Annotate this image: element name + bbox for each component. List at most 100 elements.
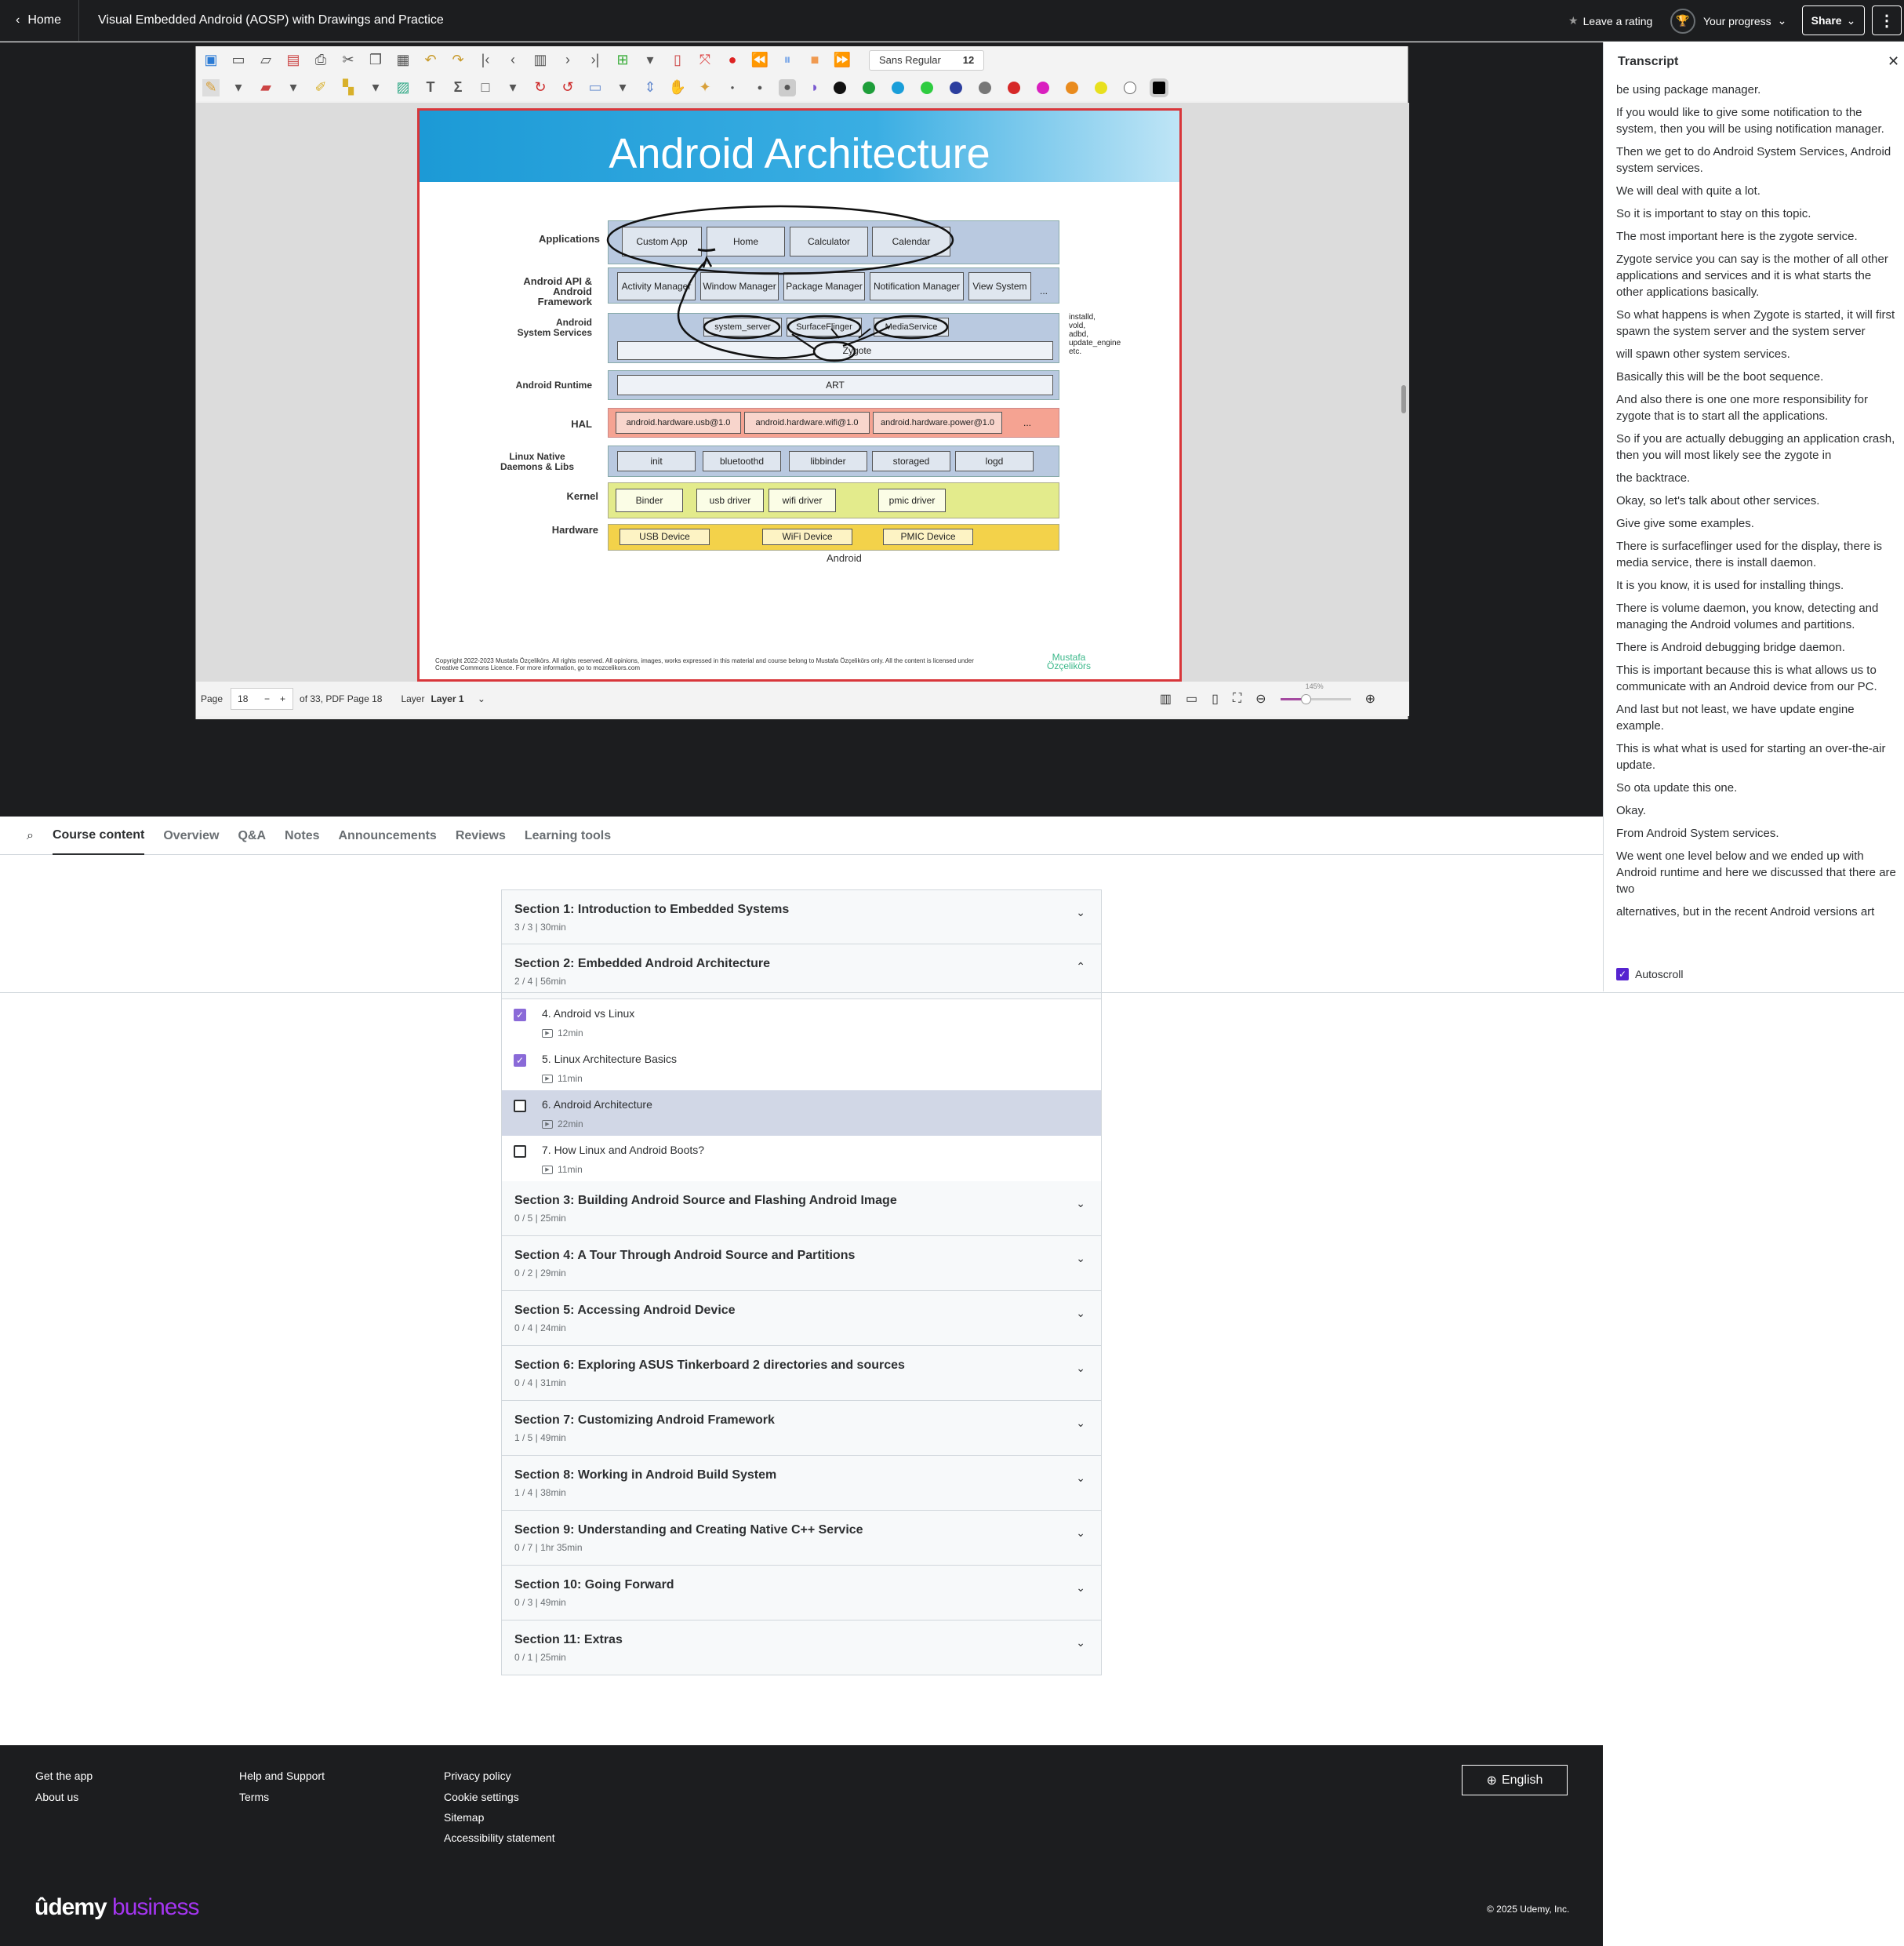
transcript-line[interactable]: We went one level below and we ended up … xyxy=(1616,848,1899,897)
home-link[interactable]: ‹ Home xyxy=(0,0,80,42)
lecture-item[interactable]: ✓ 5. Linux Architecture Basics ▶ 11min xyxy=(501,1045,1102,1090)
rewind-icon[interactable]: ⏪ xyxy=(751,52,769,69)
search-icon[interactable]: ⌕ xyxy=(27,829,34,843)
previous-page-icon[interactable]: ‹ xyxy=(504,52,521,69)
medium-dot-icon[interactable]: ● xyxy=(751,79,769,96)
dropdown-arrow-icon[interactable]: ▾ xyxy=(641,52,659,69)
document-viewer[interactable]: ▣ ▭ ▱ ▤ ⎙ ✂ ❐ ▦ ↶ ↷ |‹ ‹ ▥ › ›| ⊞ ▾ ▯ ⤧ … xyxy=(195,46,1409,719)
pen-icon[interactable]: ✎ xyxy=(202,78,220,96)
rect-select-icon[interactable]: ▭ xyxy=(587,79,604,96)
formula-icon[interactable]: Σ xyxy=(449,79,467,96)
document-canvas[interactable]: Android Architecture Applications Androi… xyxy=(196,103,1409,682)
checkbox-checked-icon[interactable]: ✓ xyxy=(514,1054,526,1067)
zoom-handle[interactable] xyxy=(1301,694,1312,704)
open-folder-icon[interactable]: ▱ xyxy=(257,52,274,69)
section-header[interactable]: Section 9: Understanding and Creating Na… xyxy=(501,1511,1102,1566)
language-button[interactable]: ⊕ English xyxy=(1462,1765,1568,1795)
transcript-line[interactable]: Basically this will be the boot sequence… xyxy=(1616,369,1899,385)
transcript-line[interactable]: So ota update this one. xyxy=(1616,780,1899,796)
more-options-button[interactable]: ⋮ xyxy=(1872,5,1902,35)
color-swatch[interactable] xyxy=(1066,81,1078,94)
insert-page-icon[interactable]: ⊞ xyxy=(614,52,631,69)
color-swatch[interactable] xyxy=(1095,81,1107,94)
section-header[interactable]: Section 10: Going Forward 0 / 3 | 49min ⌄ xyxy=(501,1566,1102,1620)
export-pdf-icon[interactable]: ▤ xyxy=(285,52,302,69)
vertical-scrollbar[interactable] xyxy=(1401,385,1406,413)
select-icon[interactable]: ▚ xyxy=(340,79,357,96)
color-swatch[interactable] xyxy=(950,81,962,94)
plus-icon[interactable]: + xyxy=(280,693,285,704)
transcript-line[interactable]: be using package manager. xyxy=(1616,82,1899,98)
first-page-icon[interactable]: |‹ xyxy=(477,52,494,69)
vertical-space-icon[interactable]: ⇕ xyxy=(641,79,659,96)
tab-reviews[interactable]: Reviews xyxy=(456,817,506,855)
fullscreen-icon[interactable]: ⤧ xyxy=(696,52,714,69)
image-icon[interactable]: ▨ xyxy=(394,79,412,96)
shape-icon[interactable]: □ xyxy=(477,79,494,96)
color-swatch[interactable] xyxy=(863,81,875,94)
record-icon[interactable]: ● xyxy=(724,52,741,69)
tab-overview[interactable]: Overview xyxy=(163,817,219,855)
save-icon[interactable]: ▣ xyxy=(202,52,220,69)
section-header[interactable]: Section 11: Extras 0 / 1 | 25min ⌄ xyxy=(501,1620,1102,1675)
single-page-icon[interactable]: ▯ xyxy=(1212,691,1219,707)
autoscroll-toggle[interactable]: ✓ Autoscroll xyxy=(1616,968,1683,980)
transcript-line[interactable]: If you would like to give some notificat… xyxy=(1616,104,1899,137)
color-swatch[interactable] xyxy=(892,81,904,94)
lecture-item[interactable]: ✓ 4. Android vs Linux ▶ 12min xyxy=(501,999,1102,1045)
minus-icon[interactable]: − xyxy=(264,693,270,704)
transcript-line[interactable]: Give give some examples. xyxy=(1616,515,1899,532)
dropdown-arrow-icon[interactable]: ▾ xyxy=(285,79,302,96)
color-swatch[interactable] xyxy=(1037,81,1049,94)
transcript-body[interactable]: be using package manager. If you would li… xyxy=(1616,82,1899,998)
two-page-view-icon[interactable]: ▥ xyxy=(1160,691,1172,707)
thin-dot-icon[interactable]: ● xyxy=(724,79,741,96)
transcript-line[interactable]: Then we get to do Android System Service… xyxy=(1616,144,1899,176)
close-icon[interactable]: ✕ xyxy=(1888,53,1899,70)
highlighter-icon[interactable]: ✐ xyxy=(312,79,329,96)
magic-icon[interactable]: ✦ xyxy=(696,79,714,96)
course-title[interactable]: Visual Embedded Android (AOSP) with Draw… xyxy=(98,13,444,27)
checkbox-icon[interactable] xyxy=(514,1145,526,1158)
delete-page-icon[interactable]: ▯ xyxy=(669,52,686,69)
transcript-line[interactable]: This is what what is used for starting a… xyxy=(1616,740,1899,773)
transcript-line[interactable]: It is you know, it is used for installin… xyxy=(1616,577,1899,594)
color-swatch[interactable] xyxy=(834,81,846,94)
transcript-line[interactable]: The most important here is the zygote se… xyxy=(1616,228,1899,245)
transcript-line[interactable]: From Android System services. xyxy=(1616,825,1899,842)
eraser-icon[interactable]: ▰ xyxy=(257,79,274,96)
color-swatch[interactable] xyxy=(1124,81,1136,94)
dropdown-arrow-icon[interactable]: ▾ xyxy=(230,79,247,96)
cut-icon[interactable]: ✂ xyxy=(340,52,357,69)
text-icon[interactable]: T xyxy=(422,79,439,96)
font-selector[interactable]: Sans Regular 12 xyxy=(869,49,985,71)
footer-privacy[interactable]: Privacy policy xyxy=(444,1770,511,1782)
hand-icon[interactable]: ✋ xyxy=(669,79,686,96)
checkbox-icon[interactable] xyxy=(514,1100,526,1112)
paste-icon[interactable]: ▦ xyxy=(394,52,412,69)
tab-q-a[interactable]: Q&A xyxy=(238,817,266,855)
stop-icon[interactable]: ■ xyxy=(806,52,823,69)
transcript-line[interactable]: There is surfaceflinger used for the dis… xyxy=(1616,538,1899,571)
fit-screen-icon[interactable]: ⛶ xyxy=(1233,692,1241,706)
transcript-line[interactable]: There is volume daemon, you know, detect… xyxy=(1616,600,1899,633)
color-swatch[interactable] xyxy=(1150,78,1168,97)
transcript-line[interactable]: alternatives, but in the recent Android … xyxy=(1616,904,1899,920)
layer-selector[interactable]: Layer 1 ⌄ xyxy=(431,693,485,704)
share-button[interactable]: Share ⌄ xyxy=(1802,5,1865,35)
section-header[interactable]: Section 5: Accessing Android Device 0 / 4… xyxy=(501,1291,1102,1346)
pause-icon[interactable]: ⏸ xyxy=(779,52,796,69)
section-header[interactable]: Section 2: Embedded Android Architecture… xyxy=(501,944,1102,999)
transcript-line[interactable]: the backtrace. xyxy=(1616,470,1899,486)
transcript-line[interactable]: Zygote service you can say is the mother… xyxy=(1616,251,1899,300)
zoom-slider[interactable]: 145% xyxy=(1280,682,1351,704)
page-number-input[interactable]: 18 − + xyxy=(231,688,294,710)
transcript-line[interactable]: So if you are actually debugging an appl… xyxy=(1616,431,1899,464)
section-header[interactable]: Section 4: A Tour Through Android Source… xyxy=(501,1236,1102,1291)
tab-learning-tools[interactable]: Learning tools xyxy=(525,817,611,855)
lecture-item[interactable]: 6. Android Architecture ▶ 22min xyxy=(501,1090,1102,1136)
footer-help[interactable]: Help and Support xyxy=(239,1770,325,1782)
checkbox-checked-icon[interactable]: ✓ xyxy=(1616,968,1629,980)
next-page-icon[interactable]: › xyxy=(559,52,576,69)
section-header[interactable]: Section 3: Building Android Source and F… xyxy=(501,1181,1102,1236)
